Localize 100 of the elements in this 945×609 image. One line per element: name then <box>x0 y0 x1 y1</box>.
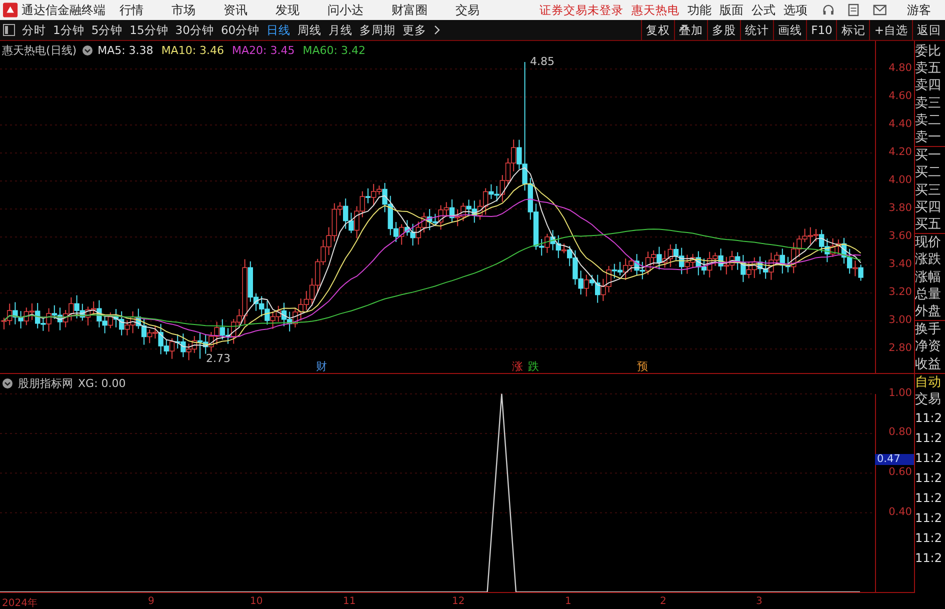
price-axis-label: 4.40 <box>888 118 912 130</box>
price-axis-label: 3.60 <box>888 230 912 242</box>
mail-icon[interactable] <box>873 4 887 16</box>
chart-tool-button[interactable]: 返回 <box>912 20 945 40</box>
quote-field-label: 净资 <box>915 338 942 356</box>
period-tab[interactable]: 多周期 <box>360 22 396 38</box>
quote-field-label: 买一 <box>915 147 942 164</box>
trade-time: 11:2 <box>915 430 943 448</box>
event-marker[interactable]: 预 <box>637 359 648 374</box>
login-notice[interactable]: 证券交易未登录 <box>540 2 624 18</box>
moving-average-value: MA60: 3.42 <box>302 44 366 57</box>
chevron-right-icon[interactable] <box>434 25 440 35</box>
event-marker[interactable]: 跌 <box>528 359 539 374</box>
menu-item[interactable]: 交易 <box>456 2 480 18</box>
price-axis-label: 3.80 <box>888 202 912 214</box>
menu-item[interactable]: 市场 <box>172 2 196 18</box>
period-tab[interactable]: 更多 <box>402 22 427 38</box>
price-axis-label: 4.80 <box>888 62 912 74</box>
event-marker[interactable]: 财 <box>316 359 327 374</box>
time-axis-label: 1 <box>565 596 572 607</box>
quote-field-label: 换手 <box>915 321 942 338</box>
chart-tool-button[interactable]: 标记 <box>836 20 870 40</box>
app-title: 通达信金融终端 <box>22 2 106 18</box>
period-tab[interactable]: 5分钟 <box>91 22 123 38</box>
price-axis-label: 4.00 <box>888 174 912 186</box>
quote-field-label: 卖五 <box>915 60 942 78</box>
panel-toggle-icon[interactable] <box>3 24 15 36</box>
quote-field-label: 买二 <box>915 164 942 182</box>
quote-field-label: 买三 <box>915 182 942 199</box>
chart-title: 惠天热电(日线) <box>2 43 77 58</box>
price-axis-label: 4.20 <box>888 146 912 158</box>
moving-average-value: MA10: 3.46 <box>161 44 224 57</box>
indicator-axis-label: 0.40 <box>888 506 912 518</box>
time-axis-label: 11 <box>343 596 356 607</box>
chart-tool-button[interactable]: 多股 <box>707 20 740 40</box>
high-price-label: 4.85 <box>530 55 554 68</box>
price-axis-label: 3.00 <box>888 314 912 326</box>
stock-name: 惠天热电 <box>632 2 680 18</box>
headset-icon[interactable] <box>822 3 834 17</box>
period-tab[interactable]: 日线 <box>266 22 291 38</box>
price-axis-label: 3.40 <box>888 258 912 270</box>
price-axis-label: 2.80 <box>888 342 912 354</box>
trade-label: 交易 <box>915 391 942 408</box>
price-axis-label: 4.60 <box>888 90 912 102</box>
menu-item[interactable]: 问小达 <box>328 2 364 18</box>
logo-icon <box>3 2 18 18</box>
indicator-axis-label: 0.60 <box>888 466 912 478</box>
auto-label[interactable]: 自动 <box>915 374 945 392</box>
menu-item[interactable]: 行情 <box>120 2 144 18</box>
period-tab[interactable]: 1分钟 <box>53 22 84 38</box>
chart-tool-button[interactable]: 统计 <box>740 20 774 40</box>
indicator-name: XG <box>78 377 94 390</box>
period-tab[interactable]: 60分钟 <box>220 22 260 38</box>
period-tab[interactable]: 分时 <box>22 22 46 38</box>
trade-time: 11:2 <box>915 470 943 488</box>
time-axis-label: 10 <box>250 596 263 607</box>
event-marker[interactable]: 涨 <box>512 359 523 374</box>
chart-tool-button[interactable]: F10 <box>806 20 836 40</box>
quote-field-label: 收益 <box>915 356 942 373</box>
quote-field-label: 买四 <box>915 198 942 216</box>
indicator-reading: : 0.00 <box>94 377 126 390</box>
quote-field-label: 卖一 <box>915 129 942 146</box>
quote-field-label: 买五 <box>915 216 942 234</box>
moving-average-value: MA20: 3.45 <box>232 44 295 57</box>
moving-average-value: MA5: 3.38 <box>98 44 154 57</box>
trade-time: 11:2 <box>915 490 943 508</box>
period-tab[interactable]: 周线 <box>298 22 322 38</box>
document-icon[interactable] <box>848 3 860 17</box>
quote-field-label: 卖四 <box>915 77 942 95</box>
cursor-value: 0.47 <box>875 454 914 465</box>
low-price-label: 2.73 <box>206 352 230 365</box>
period-tab[interactable]: 15分钟 <box>130 22 168 38</box>
toolbar-menu-item[interactable]: 选项 <box>784 2 808 18</box>
quote-field-label: 总量 <box>915 286 942 304</box>
period-tab[interactable]: 30分钟 <box>175 22 214 38</box>
indicator-title: 股朋指标网 <box>18 376 73 391</box>
price-axis-label: 3.20 <box>888 286 912 298</box>
trade-time: 11:2 <box>915 550 943 568</box>
quote-field-label: 外盘 <box>915 303 942 320</box>
indicator-axis-label: 1.00 <box>888 386 912 399</box>
chart-tool-button[interactable]: 复权 <box>641 20 674 40</box>
quote-field-label: 卖三 <box>915 94 942 112</box>
menu-item[interactable]: 资讯 <box>224 2 248 18</box>
trade-time: 11:2 <box>915 530 943 548</box>
time-axis-label: 9 <box>148 596 154 607</box>
chart-tool-button[interactable]: 画线 <box>773 20 806 40</box>
trade-time: 11:2 <box>915 410 943 428</box>
trade-time: 11:2 <box>915 510 943 528</box>
chart-tool-button[interactable]: +自选 <box>869 20 912 40</box>
period-tab[interactable]: 月线 <box>328 22 353 38</box>
toolbar-menu-item[interactable]: 公式 <box>752 2 776 18</box>
menu-item[interactable]: 财富圈 <box>392 2 428 18</box>
user-label[interactable]: 游客 <box>907 2 931 18</box>
toolbar-menu-item[interactable]: 版面 <box>720 2 744 18</box>
trade-time: 11:2 <box>915 450 943 468</box>
menu-item[interactable]: 发现 <box>276 2 300 18</box>
quote-field-label: 现价 <box>915 234 942 252</box>
chart-tool-button[interactable]: 叠加 <box>674 20 708 40</box>
time-axis-label: 2024年 <box>2 597 38 609</box>
toolbar-menu-item[interactable]: 功能 <box>688 2 712 18</box>
